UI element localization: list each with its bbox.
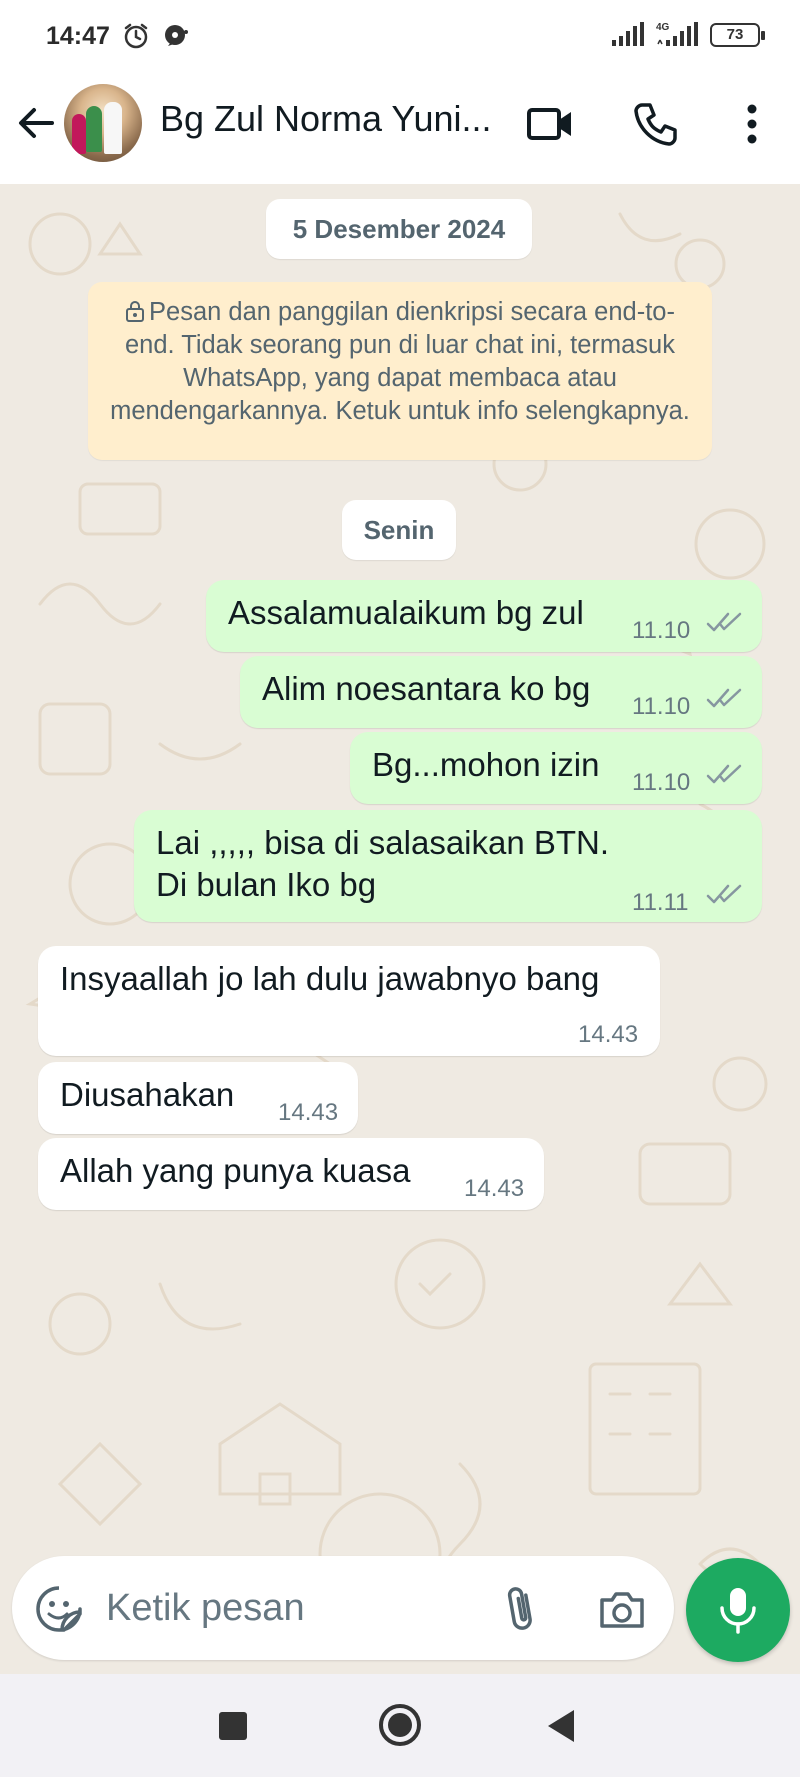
double-check-icon [706, 884, 742, 904]
message-text: Assalamualaikum bg zul [228, 594, 584, 631]
double-check-icon [706, 688, 742, 708]
alarm-icon [124, 23, 148, 49]
nav-home-icon[interactable] [379, 1704, 421, 1746]
message-time: 14.43 [578, 1021, 639, 1048]
message-text: Insyaallah jo lah dulu jawabnyo bang [60, 960, 600, 997]
message-time: 11.10 [632, 769, 691, 796]
mic-button[interactable] [686, 1558, 790, 1662]
message-incoming[interactable]: Insyaallah jo lah dulu jawabnyo bang 14.… [38, 946, 660, 1056]
encryption-notice[interactable]: Pesan dan panggilan dienkripsi secara en… [88, 282, 712, 460]
message-incoming[interactable]: Diusahakan 14.43 [38, 1062, 358, 1134]
lock-icon [126, 301, 145, 322]
message-outgoing[interactable]: Lai ,,,,, bisa di salasaikan BTN. Di bul… [134, 810, 762, 922]
message-text: Bg...mohon izin [372, 746, 600, 783]
double-check-icon [706, 612, 742, 632]
nav-recents-icon[interactable] [219, 1712, 247, 1740]
message-incoming[interactable]: Allah yang punya kuasa 14.43 [38, 1138, 544, 1210]
avatar-figure [72, 114, 86, 154]
message-time: 11.10 [632, 693, 691, 720]
message-text: Alim noesantara ko bg [262, 670, 591, 707]
nav-back-icon[interactable] [548, 1710, 574, 1742]
message-time: 14.43 [464, 1175, 525, 1202]
status-time: 14:47 [46, 22, 110, 50]
status-icons-right: 73 [610, 22, 765, 48]
message-outgoing[interactable]: Bg...mohon izin 11.10 [350, 732, 762, 804]
message-time: 14.43 [278, 1099, 339, 1126]
avatar-figure [104, 102, 122, 154]
message-input[interactable] [106, 1578, 486, 1638]
avatar[interactable] [64, 84, 142, 162]
more-vertical-icon[interactable] [728, 100, 776, 148]
messenger-icon [165, 25, 188, 46]
day-divider: Senin [342, 500, 456, 560]
encryption-notice-text: Pesan dan panggilan dienkripsi secara en… [110, 298, 690, 425]
message-outgoing[interactable]: Assalamualaikum bg zul 11.10 [206, 580, 762, 652]
double-check-icon [706, 764, 742, 784]
signal-icon [612, 22, 644, 46]
message-text: Allah yang punya kuasa [60, 1152, 411, 1189]
chat-header: Bg Zul Norma Yuni... [0, 76, 800, 184]
video-call-icon[interactable] [526, 100, 574, 148]
battery-icon: 73 [710, 23, 765, 47]
paperclip-icon[interactable] [496, 1582, 548, 1634]
sticker-icon[interactable] [34, 1584, 84, 1634]
message-time: 11.11 [632, 889, 689, 916]
back-arrow-icon[interactable] [14, 101, 58, 145]
status-bar: 14:47 4G 73 [0, 0, 800, 76]
phone-icon[interactable] [632, 100, 680, 148]
camera-icon[interactable] [596, 1584, 648, 1636]
chat-area[interactable]: 5 Desember 2024 Pesan dan panggilan dien… [0, 184, 800, 1674]
message-text-line: Lai ,,,,, bisa di salasaikan BTN. [156, 824, 610, 861]
status-icons-left [122, 22, 190, 50]
message-composer [12, 1556, 674, 1660]
message-text-line: Di bulan Iko bg [156, 866, 377, 903]
message-time: 11.10 [632, 617, 691, 644]
system-nav-bar [0, 1674, 800, 1777]
mic-icon [720, 1588, 756, 1634]
contact-name[interactable]: Bg Zul Norma Yuni... [160, 98, 500, 140]
date-divider: 5 Desember 2024 [266, 199, 532, 259]
message-outgoing[interactable]: Alim noesantara ko bg 11.10 [240, 656, 762, 728]
signal-4g-icon [657, 22, 698, 46]
avatar-figure [86, 106, 102, 152]
message-text: Diusahakan [60, 1076, 235, 1113]
